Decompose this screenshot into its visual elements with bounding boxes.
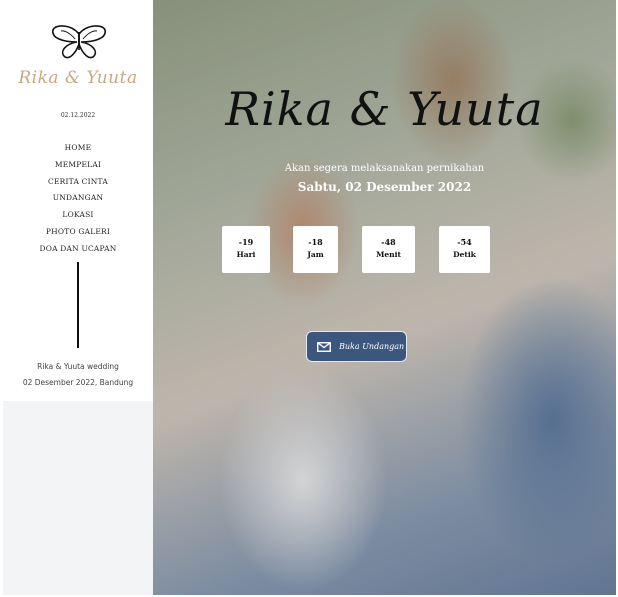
countdown-hours-label: Jam [307, 250, 324, 259]
countdown-days: -19 Hari [222, 226, 270, 273]
nav-item-lokasi[interactable]: LOKASI [3, 207, 153, 224]
nav-item-undangan[interactable]: UNDANGAN [3, 190, 153, 207]
sidebar-nav: HOME MEMPELAI CERITA CINTA UNDANGAN LOKA… [3, 140, 153, 258]
nav-item-photo-galeri[interactable]: PHOTO GALERI [3, 224, 153, 241]
countdown-hours: -18 Jam [293, 226, 338, 273]
countdown-minutes: -48 Menit [362, 226, 415, 273]
hero-date: Sabtu, 02 Desember 2022 [297, 180, 472, 194]
open-invitation-button[interactable]: Buka Undangan [306, 331, 407, 362]
countdown-hours-value: -18 [308, 237, 323, 247]
brand-name: Rika & Yuuta [18, 68, 138, 88]
footer-title: Rika & Yuuta wedding [37, 362, 119, 371]
countdown-seconds-value: -54 [457, 237, 472, 247]
hero-subtitle: Akan segera melaksanakan pernikahan [284, 163, 485, 174]
countdown-days-value: -19 [238, 237, 254, 247]
countdown-minutes-value: -48 [381, 237, 396, 247]
nav-item-mempelai[interactable]: MEMPELAI [3, 157, 153, 174]
hero-section: Rika & Yuuta Akan segera melaksanakan pe… [153, 0, 616, 597]
countdown-seconds: -54 Detik [439, 226, 490, 273]
countdown-seconds-label: Detik [453, 250, 476, 259]
nav-item-home[interactable]: HOME [3, 140, 153, 157]
nav-item-doa-dan-ucapan[interactable]: DOA DAN UCAPAN [3, 241, 153, 258]
nav-item-cerita-cinta[interactable]: CERITA CINTA [3, 174, 153, 191]
butterfly-icon [52, 25, 106, 59]
hero-title: Rika & Yuuta [225, 82, 544, 136]
divider-line [77, 262, 79, 348]
footer-date-location: 02 Desember 2022, Bandung [22, 378, 134, 387]
wedding-date: 02.12.2022 [60, 112, 96, 119]
mail-icon [317, 341, 331, 352]
sidebar: Rika & Yuuta 02.12.2022 HOME MEMPELAI CE… [3, 0, 153, 401]
countdown-days-label: Hari [236, 250, 256, 259]
countdown-minutes-label: Menit [376, 250, 401, 259]
sidebar-bottom-panel [3, 401, 153, 595]
open-invitation-label: Buka Undangan [339, 342, 405, 351]
